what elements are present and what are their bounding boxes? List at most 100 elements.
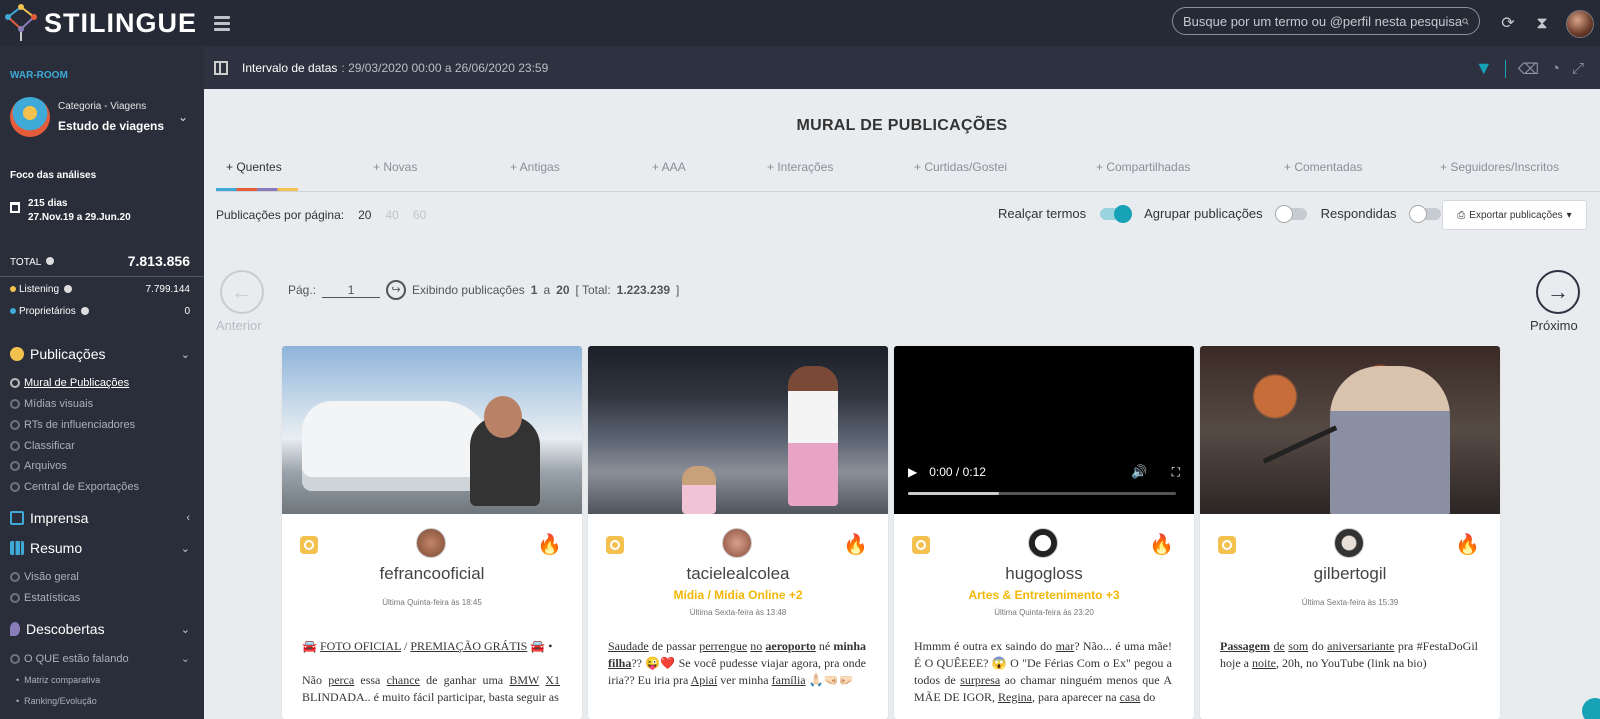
ring-icon: [10, 420, 20, 430]
tab-comentadas[interactable]: + Comentadas: [1284, 160, 1362, 174]
total-suffix: ]: [676, 283, 680, 297]
author-category[interactable]: Mídia / Mídia Online +2: [588, 588, 888, 602]
fullscreen-icon[interactable]: ⛶: [1172, 465, 1180, 480]
author-avatar[interactable]: [1334, 528, 1364, 558]
tab-aaa[interactable]: + AAA: [652, 160, 686, 174]
nav-ranking-evolucao[interactable]: Ranking/Evolução: [16, 696, 97, 706]
post-card[interactable]: 🔥 fefrancooficial Última Quinta-feira às…: [282, 346, 582, 719]
war-room-label[interactable]: WAR-ROOM: [10, 70, 68, 81]
go-icon[interactable]: ↪: [386, 280, 407, 300]
text-fragment: família: [771, 673, 806, 687]
clock-icon[interactable]: ◔: [1551, 60, 1560, 77]
author-category[interactable]: Artes & Entretenimento +3: [894, 588, 1194, 602]
volume-icon[interactable]: 🔊: [1131, 464, 1147, 480]
section-descobertas[interactable]: Descobertas ⌄: [10, 621, 190, 637]
author-name[interactable]: tacielealcolea: [588, 564, 888, 584]
post-card[interactable]: 🔥 tacielealcolea Mídia / Mídia Online +2…: [588, 346, 888, 719]
layout-icon[interactable]: [214, 60, 228, 75]
tab-compartilhadas[interactable]: + Compartilhadas: [1096, 160, 1190, 174]
tab-antigas[interactable]: + Antigas: [510, 160, 560, 174]
section-resumo[interactable]: Resumo ⌄: [10, 540, 190, 556]
proprietarios-dot: [10, 308, 16, 314]
page-info: Pág.: 1 ↪ Exibindo publicações 1 a 20 [ …: [288, 280, 679, 300]
agrupar-toggle[interactable]: [1274, 204, 1307, 223]
author-name[interactable]: fefrancooficial: [282, 564, 582, 584]
nav-visao-geral[interactable]: Visão geral: [10, 571, 79, 583]
post-image[interactable]: [282, 346, 582, 514]
tab-interacoes[interactable]: + Interações: [767, 160, 833, 174]
author-name[interactable]: gilbertogil: [1200, 564, 1500, 584]
arrow-right-icon: →: [1547, 279, 1569, 304]
author-name[interactable]: hugogloss: [894, 564, 1194, 584]
chevron-left-icon[interactable]: ‹: [186, 512, 190, 524]
chat-bubble-button[interactable]: [1582, 698, 1600, 719]
next-label[interactable]: Próximo: [1530, 318, 1578, 333]
filter-icon[interactable]: ▼: [1475, 58, 1493, 79]
nav-mural-publicacoes[interactable]: Mural de Publicações: [10, 377, 129, 389]
nav-midias-visuais[interactable]: Mídias visuais: [10, 398, 93, 410]
realcar-toggle[interactable]: [1100, 204, 1133, 223]
hourglass-icon[interactable]: ⧗: [1532, 14, 1552, 34]
chevron-down-icon[interactable]: ⌄: [178, 110, 188, 124]
info-icon[interactable]: [64, 285, 73, 294]
focus-period: 215 dias 27.Nov.19 a 29.Jun.20: [10, 198, 131, 223]
prev-label[interactable]: Anterior: [216, 318, 262, 333]
nav-rts-influenciadores[interactable]: RTs de influenciadores: [10, 419, 135, 431]
per-page-40[interactable]: 40: [385, 208, 398, 222]
expand-icon[interactable]: ⤢: [1572, 60, 1584, 77]
menu-icon[interactable]: [214, 13, 230, 34]
page-input[interactable]: 1: [322, 283, 381, 298]
fire-icon: 🔥: [1455, 534, 1480, 556]
video-progress[interactable]: [908, 492, 1176, 495]
search-input[interactable]: Busque por um termo ou @perfil nesta pes…: [1172, 7, 1480, 35]
section-imprensa[interactable]: Imprensa ‹: [10, 510, 190, 526]
post-card[interactable]: ▶ 0:00 / 0:12 🔊 ⛶ 🔥 hugogloss Artes & En…: [894, 346, 1194, 719]
info-icon[interactable]: [80, 307, 89, 316]
per-page-20[interactable]: 20: [358, 208, 371, 222]
post-time: Última Quinta-feira às 23:20: [994, 608, 1094, 617]
export-button[interactable]: ⎙ Exportar publicações ▾: [1442, 200, 1587, 230]
chevron-down-icon[interactable]: ⌄: [181, 652, 190, 665]
post-card[interactable]: 🔥 gilbertogil Última Sexta-feira às 15:3…: [1200, 346, 1500, 719]
stilingue-logo-icon: [5, 4, 37, 41]
user-avatar[interactable]: [1566, 10, 1594, 38]
post-video[interactable]: ▶ 0:00 / 0:12 🔊 ⛶: [894, 346, 1194, 514]
text-fragment: de passar: [648, 639, 700, 653]
search-icon[interactable]: [1462, 15, 1469, 28]
tab-seguidores[interactable]: + Seguidores/Inscritos: [1440, 160, 1559, 174]
logo[interactable]: STILINGUE: [0, 3, 204, 43]
prev-page-button[interactable]: ←: [220, 270, 264, 314]
nav-estatisticas[interactable]: Estatísticas: [10, 592, 80, 604]
text-fragment: /: [400, 639, 411, 653]
chevron-down-icon[interactable]: ⌄: [181, 623, 190, 636]
date-range-value[interactable]: : 29/03/2020 00:00 a 26/06/2020 23:59: [341, 61, 548, 75]
chevron-down-icon[interactable]: ⌄: [181, 542, 190, 555]
next-page-button[interactable]: →: [1536, 270, 1580, 314]
tab-curtidas[interactable]: + Curtidas/Gostei: [914, 160, 1007, 174]
chevron-down-icon[interactable]: ⌄: [181, 348, 190, 361]
search-placeholder: Busque por um termo ou @perfil nesta pes…: [1183, 13, 1463, 29]
per-page-60[interactable]: 60: [413, 208, 426, 222]
nav-o-que-estao-falando[interactable]: O QUE estão falando ⌄: [10, 652, 190, 665]
eraser-icon[interactable]: ⌫: [1518, 60, 1539, 78]
nav-classificar[interactable]: Classificar: [10, 440, 75, 452]
category-selector[interactable]: Categoria - Viagens Estudo de viagens ⌄: [10, 96, 198, 138]
info-icon[interactable]: [46, 256, 55, 265]
showing-label: Exibindo publicações: [412, 283, 525, 297]
author-avatar[interactable]: [722, 528, 752, 558]
respondidas-toggle[interactable]: [1408, 204, 1441, 223]
author-avatar[interactable]: [1028, 528, 1058, 558]
date-range-label[interactable]: Intervalo de datas: [242, 61, 337, 75]
nav-matriz-comparativa[interactable]: Matriz comparativa: [16, 675, 100, 685]
nav-arquivos[interactable]: Arquivos: [10, 460, 67, 472]
nav-central-exportacoes[interactable]: Central de Exportações: [10, 481, 139, 493]
section-publicacoes[interactable]: Publicações ⌄: [10, 346, 190, 362]
nav-label: Mural de Publicações: [24, 377, 130, 389]
author-avatar[interactable]: [416, 528, 446, 558]
play-icon[interactable]: ▶: [908, 465, 917, 479]
refresh-icon[interactable]: ⟳: [1498, 14, 1518, 34]
post-image[interactable]: [588, 346, 888, 514]
post-image[interactable]: [1200, 346, 1500, 514]
tab-novas[interactable]: + Novas: [373, 160, 417, 174]
tab-quentes[interactable]: + Quentes: [226, 160, 282, 174]
